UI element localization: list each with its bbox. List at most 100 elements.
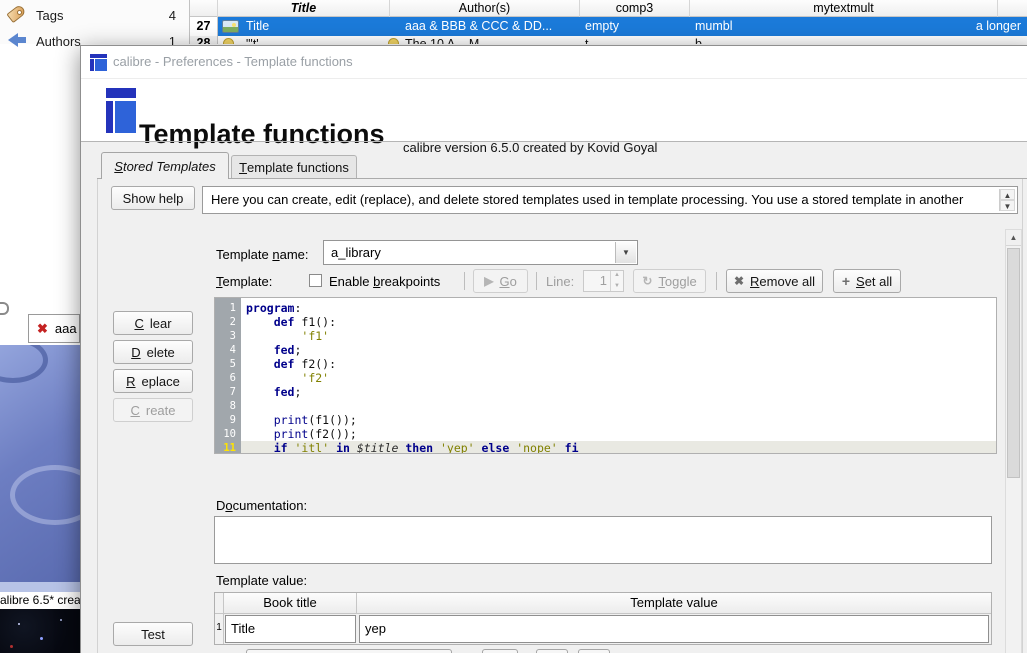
- cell-book-title[interactable]: Title: [225, 615, 356, 643]
- code-line[interactable]: 9 print(f1());: [215, 413, 996, 427]
- clear-button[interactable]: Clear: [113, 311, 193, 335]
- table-row[interactable]: 28 "'t'... The 10 A... M... t... b...: [190, 36, 1027, 44]
- book-cover-image-dark: [0, 609, 80, 653]
- column-header-comp3[interactable]: comp3: [580, 0, 690, 17]
- line-number: 8: [229, 400, 236, 412]
- code-text: program:: [246, 301, 302, 315]
- code-text: print(f2());: [273, 427, 357, 441]
- spin-down-icon[interactable]: ▼: [611, 282, 623, 291]
- code-text: 'f1': [301, 329, 330, 343]
- sidebar-item-count: 4: [168, 7, 176, 23]
- code-text: if 'itl' in $title then 'yep' else 'nope…: [241, 441, 996, 453]
- line-number: 3: [229, 330, 236, 342]
- cell-authors: aaa & BBB & CCC & DD...: [405, 19, 553, 33]
- play-icon: ▶: [484, 274, 494, 288]
- enable-breakpoints-checkbox[interactable]: [309, 274, 322, 287]
- tab-stored-templates[interactable]: Stored Templates: [101, 152, 229, 179]
- content-scrollbar[interactable]: ▲: [1005, 229, 1022, 653]
- scroll-up-icon[interactable]: ▲: [1000, 189, 1015, 200]
- sidebar-item-label: Authors: [36, 33, 81, 49]
- show-help-button[interactable]: Show help: [111, 186, 195, 210]
- column-header-book-title[interactable]: Book title: [224, 593, 357, 614]
- spin-up-icon[interactable]: ▲: [611, 271, 623, 280]
- clipped-combobox[interactable]: [246, 649, 452, 653]
- sidebar-item-label: Tags: [36, 7, 64, 23]
- template-name-combobox[interactable]: a_library ▼: [323, 240, 638, 265]
- line-number: 9: [229, 414, 236, 426]
- line-label: Line:: [546, 274, 575, 289]
- dialog-title: calibre - Preferences - Template functio…: [113, 54, 353, 69]
- code-line[interactable]: 10 print(f2());: [215, 427, 996, 441]
- author-icon: [388, 38, 399, 44]
- code-line[interactable]: 7 fed;: [215, 385, 996, 399]
- code-line[interactable]: 6 'f2': [215, 371, 996, 385]
- code-text: fed;: [273, 385, 302, 399]
- header-divider: [81, 141, 1027, 142]
- chevron-down-icon[interactable]: ▼: [615, 242, 636, 263]
- line-number: 10: [223, 428, 236, 440]
- set-all-button[interactable]: + Set all: [833, 269, 901, 293]
- clipped-toolbar-icon: [0, 302, 9, 315]
- tab-template-functions[interactable]: Template functions: [231, 155, 357, 179]
- cell-mytextmult: b...: [695, 37, 713, 44]
- code-line[interactable]: 3 'f1': [215, 329, 996, 343]
- calibre-icon: [90, 54, 107, 71]
- clipped-button[interactable]: [578, 649, 610, 653]
- code-line[interactable]: 1 program:: [215, 301, 996, 315]
- pane-border-left: [97, 178, 98, 653]
- screen: Tags 4 Authors 1 Title Author(s) comp3 m…: [0, 0, 1027, 653]
- column-header-title[interactable]: Title: [218, 0, 390, 17]
- search-filter-box[interactable]: ✖ aaa: [28, 314, 80, 343]
- version-text: calibre version 6.5.0 created by Kovid G…: [403, 140, 658, 155]
- column-header-extra[interactable]: [998, 0, 1027, 17]
- clipped-button[interactable]: [536, 649, 568, 653]
- line-number: 1: [229, 302, 236, 314]
- delete-button[interactable]: Delete: [113, 340, 193, 364]
- create-button[interactable]: Create: [113, 398, 193, 422]
- scroll-up-icon[interactable]: ▲: [1006, 230, 1021, 246]
- code-line[interactable]: 11 if 'itl' in $title then 'yep' else 'n…: [215, 441, 996, 454]
- column-header-authors[interactable]: Author(s): [390, 0, 580, 17]
- toggle-button[interactable]: ↻ Toggle: [633, 269, 706, 293]
- test-button[interactable]: Test: [113, 622, 193, 646]
- replace-button[interactable]: Replace: [113, 369, 193, 393]
- dialog-titlebar[interactable]: calibre - Preferences - Template functio…: [81, 46, 1027, 79]
- column-header-template-value[interactable]: Template value: [357, 593, 991, 614]
- template-code-editor[interactable]: 1 program: 2 def f1(): 3 'f1' 4 fed; 5 def f2…: [214, 297, 997, 454]
- search-input[interactable]: aaa: [55, 321, 77, 336]
- spinner-arrows[interactable]: ▲ ▼: [610, 271, 623, 291]
- scroll-down-icon[interactable]: ▼: [1000, 200, 1015, 211]
- line-number: 11: [223, 442, 236, 454]
- clipped-spinner[interactable]: [482, 649, 518, 653]
- book-cover-image: [0, 345, 80, 582]
- cell-template-value[interactable]: yep: [359, 615, 989, 643]
- code-text: def f2():: [273, 357, 337, 371]
- row-number: 1: [215, 614, 224, 644]
- clear-search-icon[interactable]: ✖: [37, 321, 48, 337]
- sidebar-item-tags[interactable]: Tags 4: [0, 2, 190, 28]
- line-spinner[interactable]: 1 ▲ ▼: [583, 270, 624, 292]
- code-text: 'f2': [301, 371, 330, 385]
- table-row[interactable]: 27 Title aaa & BBB & CCC & DD... empty m…: [190, 17, 1027, 36]
- code-line[interactable]: 8: [215, 399, 996, 413]
- column-header-rownum[interactable]: [190, 0, 218, 17]
- code-line[interactable]: 2 def f1():: [215, 315, 996, 329]
- plus-icon: +: [841, 273, 851, 289]
- code-text: print(f1());: [273, 413, 357, 427]
- pane-border-right: [1022, 178, 1023, 653]
- help-text: Here you can create, edit (replace), and…: [211, 192, 964, 207]
- toolbar-separator: [536, 272, 537, 290]
- preferences-dialog: calibre - Preferences - Template functio…: [80, 45, 1027, 653]
- help-text-box: Here you can create, edit (replace), and…: [202, 186, 1018, 214]
- help-scroll-buttons[interactable]: ▲ ▼: [999, 189, 1015, 211]
- go-button[interactable]: ▶ Go: [473, 269, 528, 293]
- scrollbar-thumb[interactable]: [1007, 248, 1020, 478]
- code-line[interactable]: 4 fed;: [215, 343, 996, 357]
- code-line[interactable]: 5 def f2():: [215, 357, 996, 371]
- remove-all-button[interactable]: ✖ Remove all: [726, 269, 823, 293]
- book-cover-icon: [222, 20, 239, 33]
- column-header-mytextmult[interactable]: mytextmult: [690, 0, 998, 17]
- code-text: def f1():: [273, 315, 337, 329]
- documentation-textarea[interactable]: [214, 516, 992, 564]
- cell-comp3: t...: [585, 37, 599, 44]
